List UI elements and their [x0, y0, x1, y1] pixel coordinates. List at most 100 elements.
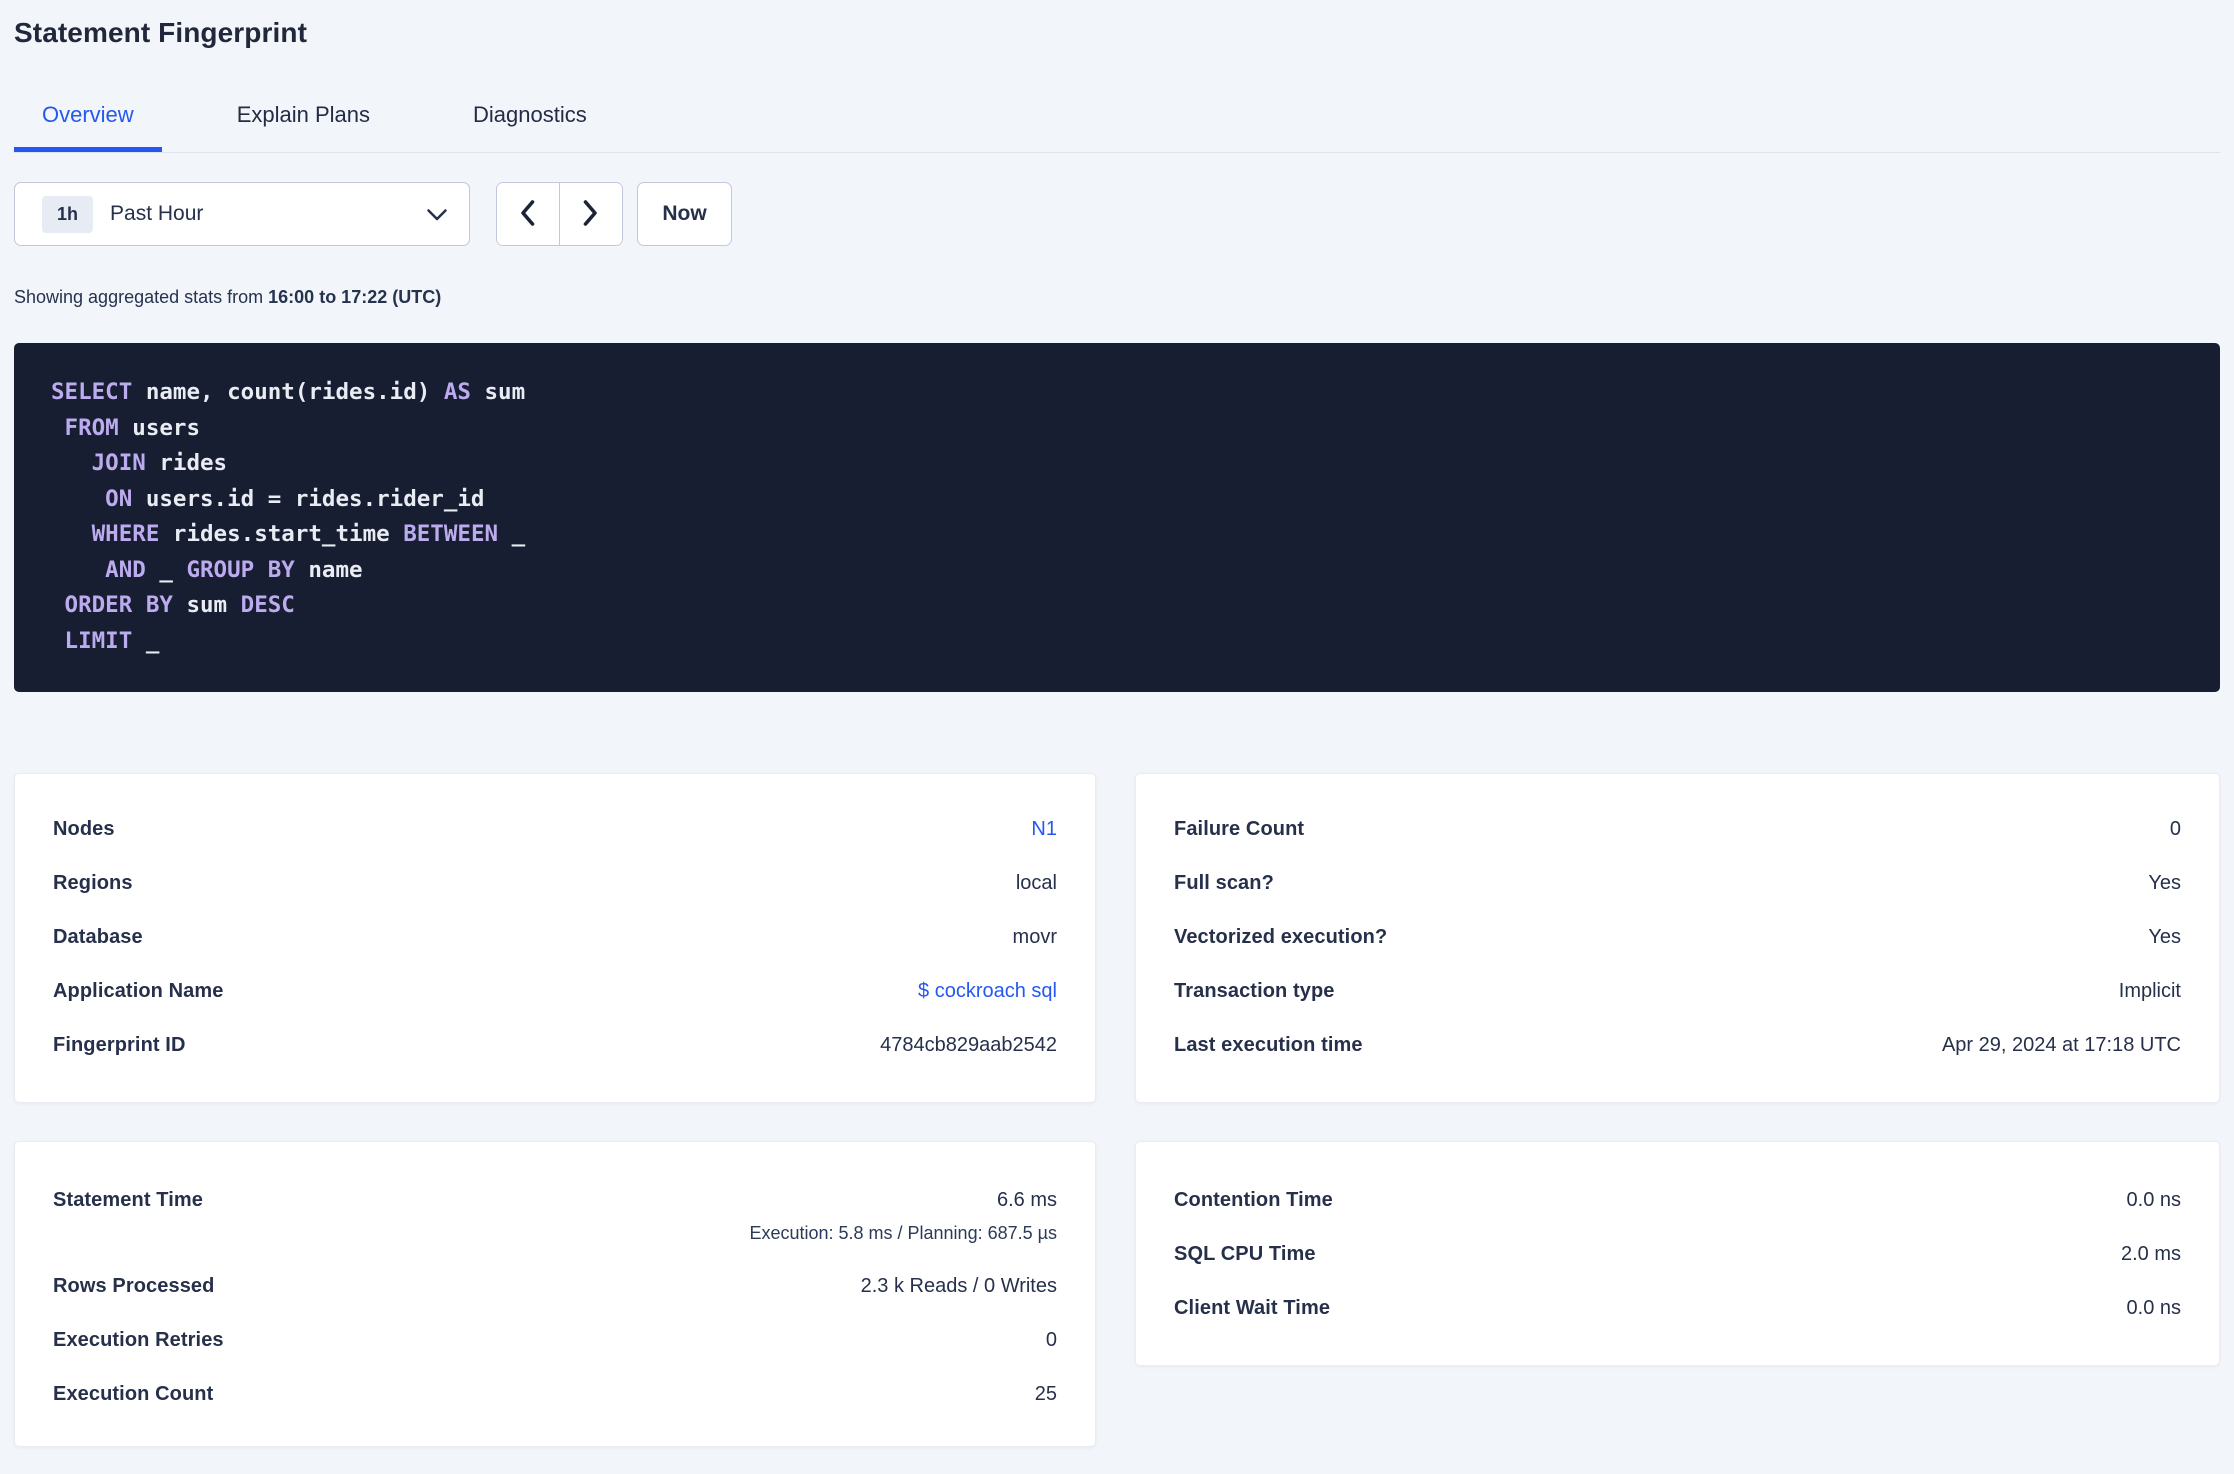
tab-overview[interactable]: Overview: [14, 100, 162, 152]
stat-row-sql-cpu-time: SQL CPU Time 2.0 ms: [1174, 1227, 2181, 1281]
stat-subvalue: Execution: 5.8 ms / Planning: 687.5 µs: [749, 1223, 1057, 1243]
stat-row-statement-time: Statement Time 6.6 ms Execution: 5.8 ms …: [53, 1173, 1057, 1259]
stat-label: Contention Time: [1174, 1188, 1333, 1211]
time-controls: 1h Past Hour Now: [14, 182, 2220, 246]
sql-text: _: [132, 627, 160, 654]
stat-row-fingerprint-id: Fingerprint ID 4784cb829aab2542: [53, 1018, 1057, 1072]
sql-keyword: JOIN: [51, 450, 146, 476]
stat-label: Vectorized execution?: [1174, 925, 1388, 948]
tab-bar: Overview Explain Plans Diagnostics: [14, 100, 2220, 153]
stat-row-execution-count: Execution Count 25: [53, 1367, 1057, 1421]
sql-keyword: WHERE: [51, 521, 160, 547]
time-range-label: Past Hour: [110, 202, 204, 225]
stat-row-database: Database movr: [53, 910, 1057, 964]
application-name-link[interactable]: $ cockroach sql: [918, 980, 1057, 1003]
stat-label: Full scan?: [1174, 871, 1274, 894]
sql-keyword: SELECT: [51, 379, 133, 405]
statement-fingerprint-page: Statement Fingerprint Overview Explain P…: [0, 16, 2234, 1447]
stat-row-last-execution-time: Last execution time Apr 29, 2024 at 17:1…: [1174, 1018, 2181, 1072]
sql-keyword: ORDER BY: [51, 592, 173, 618]
stat-value: 2.0 ms: [2120, 1242, 2181, 1265]
sql-text: rides: [145, 450, 228, 476]
stat-label: Execution Retries: [53, 1328, 224, 1351]
sql-text: sum: [470, 379, 526, 405]
stat-row-client-wait-time: Client Wait Time 0.0 ns: [1174, 1281, 2181, 1335]
sql-text: sum: [172, 592, 241, 618]
stat-value: 0: [2169, 817, 2181, 840]
stat-value: local: [1015, 871, 1057, 894]
execution-attributes-card: Failure Count 0 Full scan? Yes Vectorize…: [1135, 773, 2220, 1103]
prev-interval-button[interactable]: [497, 183, 560, 245]
aggregation-range: 16:00 to 17:22 (UTC): [268, 287, 442, 307]
node-link[interactable]: N1: [1031, 818, 1057, 841]
stat-value: 4784cb829aab2542: [880, 1033, 1057, 1056]
overview-details-card: Nodes N1 Regions local Database movr App…: [14, 773, 1096, 1103]
stat-value: Yes: [2148, 871, 2181, 894]
aggregation-note: Showing aggregated stats from 16:00 to 1…: [14, 286, 2220, 308]
sql-keyword: LIMIT: [51, 627, 133, 654]
stat-row-full-scan: Full scan? Yes: [1174, 856, 2181, 910]
sql-text: name: [294, 556, 363, 583]
stat-label: Nodes: [53, 817, 115, 840]
stat-label: Fingerprint ID: [53, 1033, 186, 1056]
stat-row-contention-time: Contention Time 0.0 ns: [1174, 1173, 2181, 1227]
stat-label: Execution Count: [53, 1382, 214, 1405]
stat-label: Statement Time: [53, 1189, 203, 1211]
sql-keyword: ON: [51, 485, 133, 512]
stat-value: 0.0 ns: [2126, 1188, 2181, 1211]
time-range-badge: 1h: [42, 195, 94, 233]
time-nav-group: [496, 182, 623, 246]
now-button[interactable]: Now: [637, 182, 732, 246]
sql-line: FROM users: [51, 411, 2183, 447]
stat-value: 25: [1034, 1382, 1057, 1405]
stat-row-rows-processed: Rows Processed 2.3 k Reads / 0 Writes: [53, 1259, 1057, 1313]
sql-line: JOIN rides: [51, 446, 2183, 482]
sql-text: name, count(rides.id): [132, 379, 444, 405]
stat-row-failure-count: Failure Count 0: [1174, 802, 2181, 856]
sql-keyword: GROUP BY: [186, 556, 295, 583]
time-range-picker[interactable]: 1h Past Hour: [14, 182, 470, 246]
sql-line: LIMIT _: [51, 624, 2183, 660]
sql-keyword: DESC: [240, 592, 295, 618]
stats-grid: Nodes N1 Regions local Database movr App…: [14, 773, 2220, 1447]
stat-label: SQL CPU Time: [1174, 1242, 1316, 1265]
stat-label: Rows Processed: [53, 1274, 215, 1297]
stat-value: movr: [1012, 925, 1057, 948]
chevron-down-icon: [426, 208, 448, 227]
sql-line: ORDER BY sum DESC: [51, 588, 2183, 624]
stat-row-nodes: Nodes N1: [53, 802, 1057, 856]
stat-row-transaction-type: Transaction type Implicit: [1174, 964, 2181, 1018]
stat-label: Database: [53, 925, 143, 948]
sql-line: ON users.id = rides.rider_id: [51, 482, 2183, 518]
statement-times-card: Statement Time 6.6 ms Execution: 5.8 ms …: [14, 1141, 1096, 1447]
aggregation-note-prefix: Showing aggregated stats from: [14, 287, 269, 307]
chevron-left-icon: [519, 199, 536, 230]
sql-keyword: AS: [443, 379, 471, 405]
stat-value-group: 6.6 ms Execution: 5.8 ms / Planning: 687…: [749, 1173, 1057, 1259]
stat-value: 6.6 ms: [996, 1189, 1057, 1211]
stat-value: Apr 29, 2024 at 17:18 UTC: [1941, 1033, 2181, 1056]
sql-statement-box: SELECT name, count(rides.id) AS sum FROM…: [14, 343, 2220, 692]
stat-label: Regions: [53, 871, 133, 894]
tab-explain-plans[interactable]: Explain Plans: [209, 100, 398, 152]
sql-line: WHERE rides.start_time BETWEEN _: [51, 517, 2183, 553]
tab-diagnostics[interactable]: Diagnostics: [445, 100, 615, 152]
stat-value: 0: [1045, 1328, 1057, 1351]
stat-value: Yes: [2148, 925, 2181, 948]
stat-value: 2.3 k Reads / 0 Writes: [860, 1274, 1057, 1297]
stat-row-vectorized: Vectorized execution? Yes: [1174, 910, 2181, 964]
sql-text: rides.start_time: [159, 521, 404, 547]
sql-keyword: BETWEEN: [403, 521, 499, 547]
stat-row-application-name: Application Name $ cockroach sql: [53, 964, 1057, 1018]
stat-label: Last execution time: [1174, 1033, 1363, 1056]
stat-row-regions: Regions local: [53, 856, 1057, 910]
next-interval-button[interactable]: [559, 183, 622, 245]
stat-label: Failure Count: [1174, 817, 1305, 840]
stat-value: Implicit: [2118, 979, 2181, 1002]
chevron-right-icon: [582, 199, 599, 230]
page-title: Statement Fingerprint: [14, 17, 308, 48]
sql-text: _: [145, 556, 187, 583]
wait-times-card: Contention Time 0.0 ns SQL CPU Time 2.0 …: [1135, 1141, 2220, 1366]
sql-text: users: [118, 414, 201, 441]
sql-text: _: [498, 521, 526, 547]
